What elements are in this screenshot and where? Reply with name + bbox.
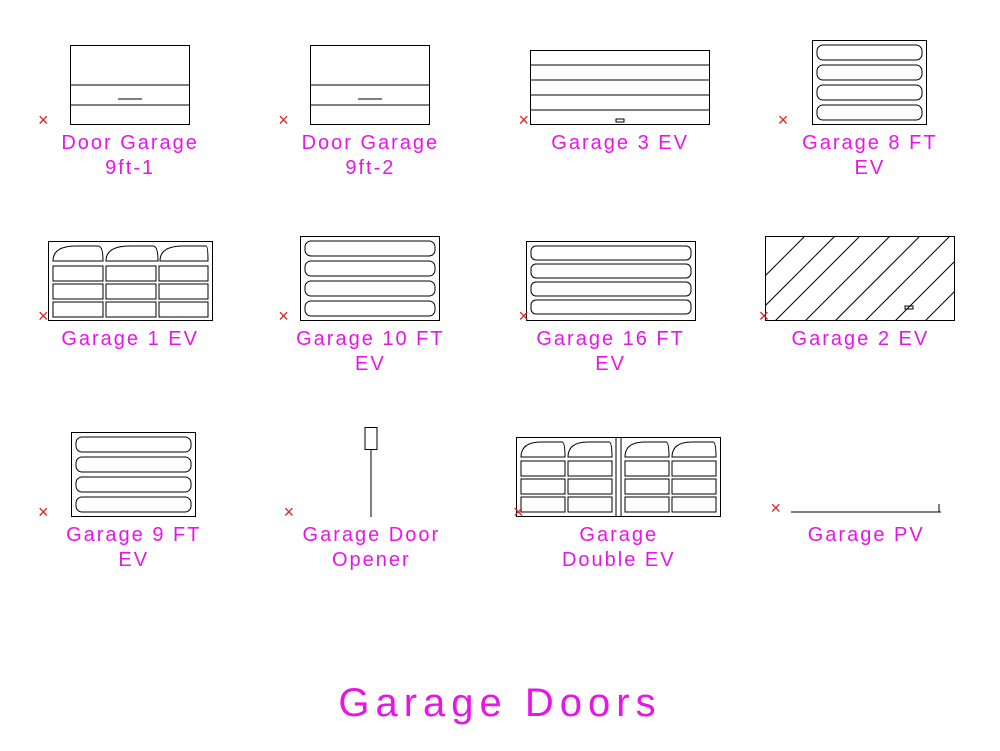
- block-garage-double-ev[interactable]: × Garage Double EV: [515, 432, 722, 573]
- insertion-point-icon: ×: [38, 110, 49, 131]
- garage-door-opener-icon: [351, 427, 391, 517]
- insertion-point-icon: ×: [284, 502, 295, 523]
- row-2: × Garage 1 EV × Garage 10 FT EV: [40, 236, 960, 377]
- block-garage-pv[interactable]: × Garage PV: [772, 432, 960, 573]
- block-garage-1-ev[interactable]: × Garage 1 EV: [40, 236, 220, 377]
- block-garage-16-ft-ev[interactable]: × Garage 16 FT EV: [521, 236, 701, 377]
- thumbnail: ×: [780, 40, 960, 125]
- block-label: Garage PV: [808, 523, 925, 548]
- insertion-point-icon: ×: [519, 110, 530, 131]
- block-label: Garage 9 FT EV: [66, 523, 201, 573]
- row-3: × Garage 9 FT EV × Garage Door Opener: [40, 432, 960, 573]
- thumbnail: ×: [521, 236, 701, 321]
- door-garage-9ft-1-icon: [70, 45, 190, 125]
- insertion-point-icon: ×: [278, 110, 289, 131]
- block-label: Garage 2 EV: [792, 327, 930, 352]
- door-garage-9ft-2-icon: [310, 45, 430, 125]
- block-garage-9-ft-ev[interactable]: × Garage 9 FT EV: [40, 432, 228, 573]
- thumbnail: ×: [772, 432, 960, 517]
- thumbnail: ×: [515, 432, 722, 517]
- block-label: Garage 16 FT EV: [536, 327, 685, 377]
- block-label: Garage 8 FT EV: [802, 131, 937, 181]
- thumbnail: ×: [40, 40, 220, 125]
- block-label: Garage 3 EV: [551, 131, 689, 156]
- block-garage-door-opener[interactable]: × Garage Door Opener: [278, 432, 466, 573]
- thumbnail: ×: [40, 432, 228, 517]
- garage-3-ev-icon: [530, 50, 710, 125]
- garage-pv-icon: [791, 497, 941, 517]
- garage-2-ev-icon: [765, 236, 955, 321]
- insertion-point-icon: ×: [778, 110, 789, 131]
- thumbnail: ×: [761, 236, 960, 321]
- insertion-point-icon: ×: [38, 502, 49, 523]
- block-garage-3-ev[interactable]: × Garage 3 EV: [521, 40, 720, 181]
- block-label: Garage 1 EV: [61, 327, 199, 352]
- thumbnail: ×: [280, 236, 460, 321]
- garage-9-ft-ev-icon: [71, 432, 196, 517]
- block-garage-10-ft-ev[interactable]: × Garage 10 FT EV: [280, 236, 460, 377]
- block-garage-8-ft-ev[interactable]: × Garage 8 FT EV: [780, 40, 960, 181]
- thumbnail: ×: [278, 432, 466, 517]
- thumbnail: ×: [280, 40, 460, 125]
- block-label: Door Garage 9ft-2: [302, 131, 440, 181]
- insertion-point-icon: ×: [278, 306, 289, 327]
- block-label: Door Garage 9ft-1: [61, 131, 199, 181]
- page-title: Garage Doors: [0, 681, 1000, 726]
- thumbnail: ×: [521, 40, 720, 125]
- garage-16-ft-ev-icon: [526, 241, 696, 321]
- row-1: × Door Garage 9ft-1 × Door Garage 9ft-2: [40, 40, 960, 181]
- block-garage-2-ev[interactable]: × Garage 2 EV: [761, 236, 960, 377]
- garage-8-ft-ev-icon: [812, 40, 927, 125]
- block-label: Garage 10 FT EV: [296, 327, 445, 377]
- block-library-grid: × Door Garage 9ft-1 × Door Garage 9ft-2: [40, 40, 960, 628]
- block-label: Garage Double EV: [562, 523, 676, 573]
- insertion-point-icon: ×: [770, 498, 781, 519]
- garage-10-ft-ev-icon: [300, 236, 440, 321]
- thumbnail: ×: [40, 236, 220, 321]
- block-door-garage-9ft-1[interactable]: × Door Garage 9ft-1: [40, 40, 220, 181]
- garage-1-ev-icon: [48, 241, 213, 321]
- block-door-garage-9ft-2[interactable]: × Door Garage 9ft-2: [280, 40, 460, 181]
- garage-double-ev-icon: [516, 437, 721, 517]
- block-label: Garage Door Opener: [303, 523, 441, 573]
